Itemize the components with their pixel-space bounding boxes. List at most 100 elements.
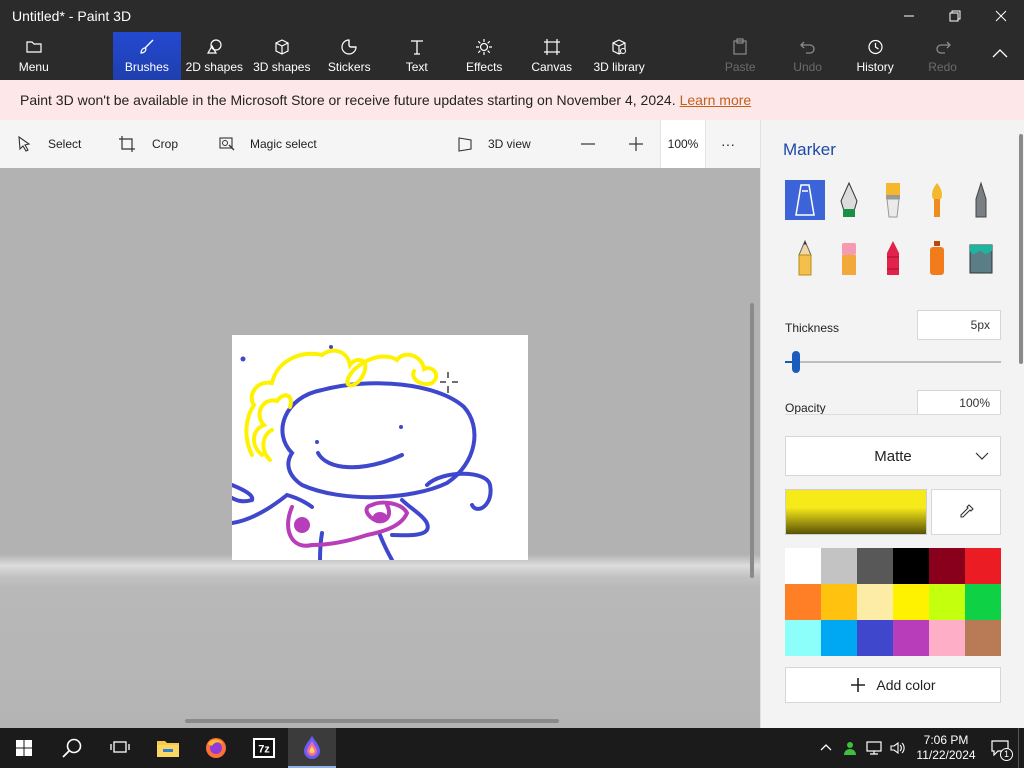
crayon-brush[interactable]: [873, 238, 913, 278]
collapse-toolbar-button[interactable]: [976, 32, 1024, 80]
user-status-icon[interactable]: [838, 728, 862, 768]
color-swatch[interactable]: [857, 584, 893, 620]
color-swatch[interactable]: [857, 548, 893, 584]
oil-brush[interactable]: [873, 180, 913, 220]
restore-button[interactable]: [932, 0, 978, 32]
learn-more-link[interactable]: Learn more: [680, 92, 752, 108]
eyedropper-button[interactable]: [931, 489, 1001, 535]
library3d-tab[interactable]: 3D library: [585, 32, 652, 80]
color-swatch[interactable]: [821, 584, 857, 620]
stickers-tab[interactable]: Stickers: [316, 32, 383, 80]
volume-button[interactable]: [886, 728, 910, 768]
color-swatch[interactable]: [929, 548, 965, 584]
paint3d-icon: [304, 736, 320, 759]
shapes3d-tab[interactable]: 3D shapes: [248, 32, 315, 80]
firefox-icon: [206, 738, 226, 758]
color-swatch[interactable]: [785, 620, 821, 656]
menu-button[interactable]: Menu: [0, 32, 67, 80]
deprecation-notice: Paint 3D won't be available in the Micro…: [0, 80, 1024, 120]
drawing: [232, 345, 493, 560]
minimize-button[interactable]: [886, 0, 932, 32]
network-icon-button[interactable]: [862, 728, 886, 768]
undo-label: Undo: [793, 60, 822, 74]
pixel-pen-brush[interactable]: [961, 180, 1001, 220]
notifications-button[interactable]: 1: [982, 728, 1018, 768]
folder-icon: [26, 41, 42, 53]
magic-select-icon: [219, 137, 235, 151]
color-swatch[interactable]: [785, 584, 821, 620]
color-swatch[interactable]: [893, 548, 929, 584]
chevron-up-icon: [992, 49, 1008, 58]
color-swatch[interactable]: [893, 620, 929, 656]
color-swatch[interactable]: [929, 620, 965, 656]
color-swatch[interactable]: [929, 584, 965, 620]
color-swatch[interactable]: [965, 620, 1001, 656]
color-swatch[interactable]: [965, 548, 1001, 584]
paste-button[interactable]: Paste: [706, 32, 773, 80]
shapes2d-tab[interactable]: 2D shapes: [181, 32, 248, 80]
zoom-level[interactable]: 100%: [660, 120, 706, 168]
text-label: Text: [405, 60, 428, 74]
fill-brush[interactable]: [961, 238, 1001, 278]
finish-dropdown[interactable]: Matte: [785, 436, 1001, 476]
crayon-icon: [887, 241, 899, 275]
crop-button[interactable]: Crop: [104, 120, 206, 168]
crosshair-cursor: [440, 372, 458, 393]
undo-button[interactable]: Undo: [774, 32, 841, 80]
stickers-label: Stickers: [327, 60, 371, 74]
pixel-pen-icon: [975, 181, 987, 218]
color-swatch[interactable]: [785, 548, 821, 584]
color-swatch[interactable]: [965, 584, 1001, 620]
thickness-input[interactable]: 5px: [917, 310, 1001, 340]
color-swatch[interactable]: [893, 584, 929, 620]
file-explorer-button[interactable]: [144, 728, 192, 768]
vertical-scrollbar[interactable]: [750, 303, 754, 578]
current-color-swatch[interactable]: [785, 489, 927, 535]
plus-icon: [851, 678, 866, 692]
drawing-canvas[interactable]: [232, 335, 528, 560]
horizontal-scrollbar[interactable]: [185, 719, 559, 723]
select-button[interactable]: Select: [0, 120, 104, 168]
color-swatch[interactable]: [857, 620, 893, 656]
shapes2d-label: 2D shapes: [185, 60, 243, 74]
3d-view-button[interactable]: 3D view: [456, 120, 564, 168]
color-swatch[interactable]: [821, 620, 857, 656]
brushes-tab[interactable]: Brushes: [113, 32, 181, 80]
pencil-brush[interactable]: [785, 238, 825, 278]
zoom-out-button[interactable]: [564, 120, 612, 168]
search-button[interactable]: [48, 728, 96, 768]
text-tab[interactable]: Text: [383, 32, 450, 80]
paint3d-button[interactable]: [288, 728, 336, 768]
clock[interactable]: 7:06 PM 11/22/2024: [910, 733, 982, 763]
canvas-tab[interactable]: Canvas: [518, 32, 585, 80]
7zip-button[interactable]: 7z: [240, 728, 288, 768]
thickness-slider-thumb[interactable]: [791, 351, 800, 373]
7zip-icon: 7z: [253, 738, 275, 758]
color-swatch[interactable]: [821, 548, 857, 584]
magic-select-button[interactable]: Magic select: [206, 120, 456, 168]
task-view-icon: [110, 741, 130, 753]
history-button[interactable]: History: [841, 32, 908, 80]
spray-can-brush[interactable]: [917, 238, 957, 278]
marker-brush[interactable]: [785, 180, 825, 220]
redo-button[interactable]: Redo: [909, 32, 976, 80]
opacity-input[interactable]: 100%: [917, 390, 1001, 414]
calligraphy-pen-brush[interactable]: [829, 180, 869, 220]
task-view-button[interactable]: [96, 728, 144, 768]
paste-icon: [733, 38, 747, 55]
zoom-in-button[interactable]: [612, 120, 660, 168]
show-hidden-icons-button[interactable]: [814, 728, 838, 768]
panel-scrollbar[interactable]: [1019, 134, 1023, 364]
more-options-button[interactable]: ···: [706, 120, 750, 168]
effects-tab[interactable]: Effects: [450, 32, 517, 80]
thickness-slider-track[interactable]: [785, 361, 1001, 363]
eraser-brush[interactable]: [829, 238, 869, 278]
add-color-button[interactable]: Add color: [785, 667, 1001, 703]
watercolor-brush[interactable]: [917, 180, 957, 220]
start-button[interactable]: [0, 728, 48, 768]
show-desktop-button[interactable]: [1018, 728, 1024, 768]
firefox-button[interactable]: [192, 728, 240, 768]
workspace[interactable]: [0, 168, 760, 728]
close-button[interactable]: [978, 0, 1024, 32]
cursor-icon: [18, 135, 31, 152]
